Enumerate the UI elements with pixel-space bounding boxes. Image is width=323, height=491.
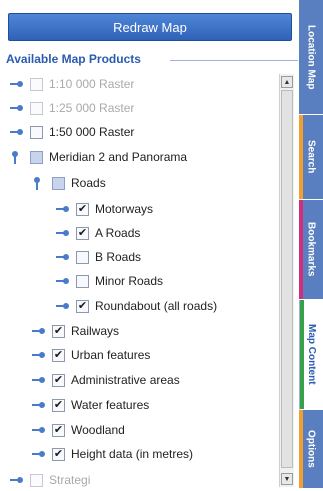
tab-bookmarks[interactable]: Bookmarks [299,200,323,300]
checkbox[interactable] [76,250,89,264]
tree-item-label: Roads [71,176,106,190]
checkbox[interactable] [76,274,89,288]
expand-icon[interactable] [54,274,72,288]
expand-icon[interactable] [8,77,26,91]
tree-item-label: 1:10 000 Raster [49,77,135,91]
checkbox-checked[interactable]: ✔ [52,324,65,338]
tab-accent-stripe [300,300,304,409]
tree-item-label: Motorways [95,202,154,216]
tab-search[interactable]: Search [299,115,323,200]
folder-checkbox[interactable] [30,150,43,164]
tab-label: Options [305,430,317,468]
tree-item-1-50000-raster[interactable]: 1:50 000 Raster [8,121,134,143]
checkbox-checked[interactable]: ✔ [52,373,65,387]
expand-icon[interactable] [30,373,48,387]
tree-item-administrative-areas[interactable]: ✔ Administrative areas [30,369,180,391]
tree-item-label: Railways [71,324,120,338]
expand-icon[interactable] [54,299,72,313]
scrollbar-thumb[interactable] [281,90,293,468]
tree-item-label: Meridian 2 and Panorama [49,150,188,164]
expand-icon[interactable] [54,202,72,216]
tree-item-roundabout[interactable]: ✔ Roundabout (all roads) [54,295,217,317]
expand-icon[interactable] [8,125,26,139]
checkbox[interactable] [30,473,43,487]
tree-item-water-features[interactable]: ✔ Water features [30,394,149,416]
tree-item-1-25000-raster[interactable]: 1:25 000 Raster [8,97,134,119]
map-products-tree: 1:10 000 Raster 1:25 000 Raster 1:50 000… [0,70,278,489]
expand-icon[interactable] [54,250,72,264]
tab-label: Search [305,140,317,174]
tree-item-roads[interactable]: Roads [30,172,106,194]
tree-item-label: Height data (in metres) [71,447,194,461]
tab-label: Bookmarks [305,222,317,277]
folder-checkbox[interactable] [52,176,65,190]
checkbox-checked[interactable]: ✔ [52,348,65,362]
tree-item-label: 1:25 000 Raster [49,101,135,115]
tree-item-urban-features[interactable]: ✔ Urban features [30,344,150,366]
collapse-icon[interactable] [8,150,26,164]
expand-icon[interactable] [30,447,48,461]
tree-item-label: Minor Roads [95,274,164,288]
expand-icon[interactable] [30,324,48,338]
tree-item-label: Administrative areas [71,373,180,387]
tree-item-b-roads[interactable]: B Roads [54,246,141,268]
tab-location-map[interactable]: Location Map [299,0,323,115]
scroll-up-arrow-icon[interactable]: ▲ [281,76,293,88]
tree-item-height-data[interactable]: ✔ Height data (in metres) [30,443,193,465]
tab-label: Location Map [305,24,317,90]
tree-item-minor-roads[interactable]: Minor Roads [54,270,163,292]
tab-label: Map Content [306,324,317,385]
checkbox[interactable] [30,125,43,139]
side-tab-bar: Location Map Search Bookmarks Map Conten… [299,0,323,489]
tab-map-content[interactable]: Map Content [299,300,323,410]
checkbox-checked[interactable]: ✔ [76,226,89,240]
tree-item-label: Woodland [71,423,125,437]
checkbox[interactable] [30,101,43,115]
checkbox-checked[interactable]: ✔ [52,447,65,461]
tree-item-label: Water features [71,398,150,412]
tree-item-label: Roundabout (all roads) [95,299,218,313]
checkbox[interactable] [30,77,43,91]
tree-item-label: Urban features [71,348,151,362]
checkbox-checked[interactable]: ✔ [52,398,65,412]
tree-item-a-roads[interactable]: ✔ A Roads [54,222,140,244]
checkbox-checked[interactable]: ✔ [76,202,89,216]
expand-icon[interactable] [30,398,48,412]
redraw-map-button[interactable]: Redraw Map [8,13,292,41]
tree-item-motorways[interactable]: ✔ Motorways [54,198,153,220]
tree-item-meridian-2-panorama[interactable]: Meridian 2 and Panorama [8,146,187,168]
scroll-down-arrow-icon[interactable]: ▼ [281,473,293,485]
checkbox-checked[interactable]: ✔ [52,423,65,437]
expand-icon[interactable] [8,473,26,487]
fieldset-divider [170,60,298,61]
tab-accent-stripe [299,115,303,199]
tree-item-1-10000-raster[interactable]: 1:10 000 Raster [8,73,134,95]
expand-icon[interactable] [8,101,26,115]
tree-item-strategi[interactable]: Strategi [8,469,90,491]
tree-item-label: Strategi [49,473,91,487]
available-map-products-title: Available Map Products [6,52,145,66]
tree-item-label: 1:50 000 Raster [49,125,135,139]
tree-item-label: A Roads [95,226,141,240]
tab-accent-stripe [299,200,303,299]
tab-options[interactable]: Options [299,410,323,489]
expand-icon[interactable] [30,423,48,437]
expand-icon[interactable] [30,348,48,362]
checkbox-checked[interactable]: ✔ [76,299,89,313]
tab-accent-stripe [299,410,303,488]
vertical-scrollbar[interactable]: ▲ ▼ [279,74,294,487]
collapse-icon[interactable] [30,176,48,190]
tree-item-label: B Roads [95,250,142,264]
tree-item-railways[interactable]: ✔ Railways [30,320,119,342]
tree-item-woodland[interactable]: ✔ Woodland [30,419,125,441]
expand-icon[interactable] [54,226,72,240]
map-products-panel: Redraw Map Available Map Products 1:10 0… [0,0,299,489]
